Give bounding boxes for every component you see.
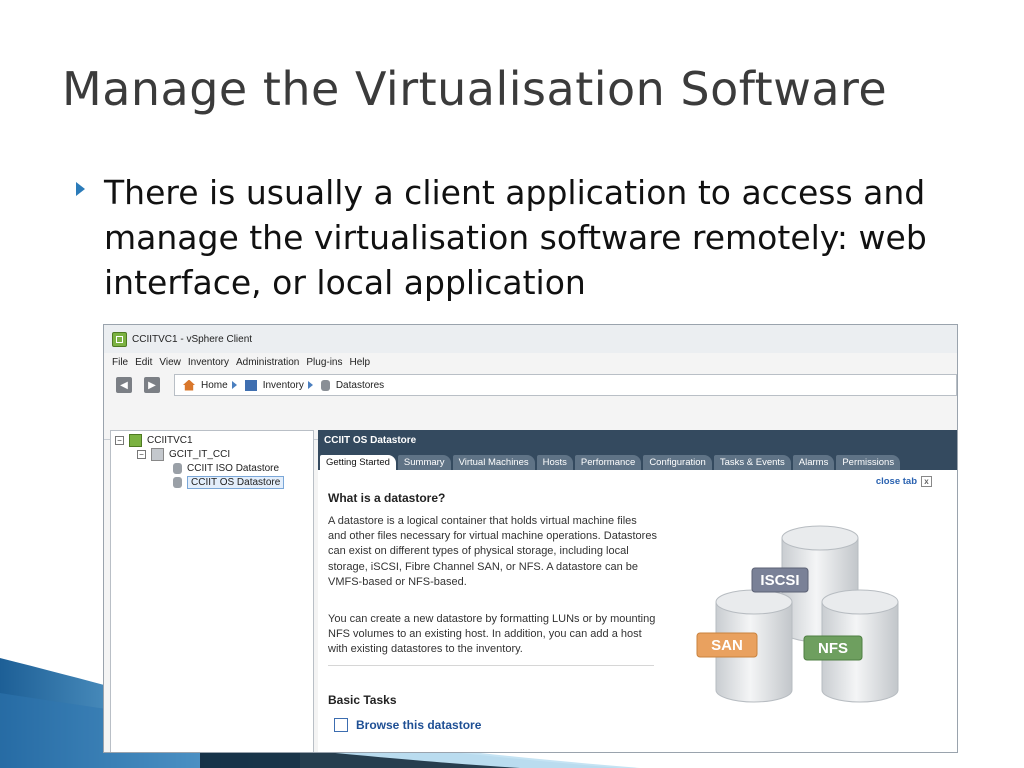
browse-datastore-link[interactable]: Browse this datastore	[334, 718, 481, 732]
basic-tasks-heading: Basic Tasks	[328, 693, 397, 707]
vsphere-logo-icon	[112, 331, 127, 347]
panel-header: CCIIT OS Datastore	[318, 430, 957, 450]
breadcrumb-datastores[interactable]: Datastores	[336, 380, 384, 391]
breadcrumb: Home Inventory Datastores	[174, 374, 957, 396]
tab-alarms[interactable]: Alarms	[792, 455, 835, 470]
menu-view[interactable]: View	[159, 357, 181, 368]
section-heading: What is a datastore?	[328, 491, 446, 505]
datastore-icon	[320, 379, 330, 391]
breadcrumb-separator-icon	[231, 381, 237, 389]
datastore-panel: CCIIT OS Datastore Getting Started Summa…	[318, 430, 957, 752]
tab-virtual-machines[interactable]: Virtual Machines	[452, 455, 535, 470]
inventory-tree: − CCIITVC1 − GCIT_IT_CCI CCIIT ISO Datas…	[110, 430, 314, 752]
menu-file[interactable]: File	[112, 357, 128, 368]
menu-help[interactable]: Help	[350, 357, 371, 368]
nfs-label: NFS	[818, 640, 848, 657]
getting-started-content: close tab x What is a datastore? A datas…	[318, 470, 957, 752]
menu-edit[interactable]: Edit	[135, 357, 152, 368]
menu-inventory[interactable]: Inventory	[188, 357, 229, 368]
nav-toolbar: ◀ ▶ Home Inventory Datastores	[104, 371, 957, 399]
tree-label: GCIT_IT_CCI	[169, 448, 231, 460]
vcenter-icon	[129, 433, 142, 447]
description-paragraph-1: A datastore is a logical container that …	[328, 515, 657, 588]
tab-tasks-events[interactable]: Tasks & Events	[713, 455, 791, 470]
datastore-icon	[173, 476, 182, 488]
browse-label[interactable]: Browse this datastore	[356, 718, 481, 732]
tree-node-os-datastore[interactable]: CCIIT OS Datastore	[173, 475, 285, 489]
tree-node-iso-datastore[interactable]: CCIIT ISO Datastore	[173, 461, 279, 475]
tab-hosts[interactable]: Hosts	[536, 455, 573, 470]
bullet-arrow-icon	[76, 182, 85, 196]
window-title: CCIITVC1 - vSphere Client	[132, 333, 253, 345]
browse-icon	[334, 718, 348, 732]
forward-button[interactable]: ▶	[144, 377, 160, 393]
inventory-icon	[244, 379, 257, 391]
divider	[328, 665, 654, 666]
close-icon[interactable]: x	[921, 476, 932, 487]
tree-label: CCIITVC1	[147, 434, 193, 446]
tree-label: CCIIT ISO Datastore	[187, 462, 280, 474]
window-titlebar: CCIITVC1 - vSphere Client	[104, 325, 957, 353]
collapse-icon[interactable]: −	[115, 435, 124, 445]
tab-getting-started[interactable]: Getting Started	[320, 455, 396, 470]
tab-performance[interactable]: Performance	[574, 455, 642, 470]
iscsi-label: ISCSI	[760, 572, 799, 589]
tab-permissions[interactable]: Permissions	[836, 455, 901, 470]
menu-bar: File Edit View Inventory Administration …	[104, 353, 957, 371]
breadcrumb-home[interactable]: Home	[201, 380, 228, 391]
datastore-icon	[173, 462, 182, 474]
tab-bar: Getting Started Summary Virtual Machines…	[318, 450, 957, 470]
home-icon	[183, 379, 195, 391]
breadcrumb-separator-icon	[307, 381, 313, 389]
datacenter-icon	[151, 447, 164, 461]
tree-node-vcenter[interactable]: − CCIITVC1	[115, 433, 193, 447]
description-paragraph-2: You can create a new datastore by format…	[328, 613, 656, 656]
bullet-text: There is usually a client application to…	[104, 173, 927, 302]
collapse-icon[interactable]: −	[137, 449, 146, 459]
tab-summary[interactable]: Summary	[397, 455, 451, 470]
vsphere-client-window: CCIITVC1 - vSphere Client File Edit View…	[103, 324, 958, 753]
close-tab-link[interactable]: close tab x	[876, 476, 932, 487]
tree-label-selected: CCIIT OS Datastore	[187, 475, 285, 489]
tree-node-datacenter[interactable]: − GCIT_IT_CCI	[137, 447, 230, 461]
menu-administration[interactable]: Administration	[236, 357, 299, 368]
tab-configuration[interactable]: Configuration	[643, 455, 712, 470]
back-button[interactable]: ◀	[116, 377, 132, 393]
breadcrumb-inventory[interactable]: Inventory	[263, 380, 304, 391]
san-label: SAN	[711, 637, 743, 654]
close-tab-label[interactable]: close tab	[876, 476, 917, 487]
storage-types-diagram: ISCSI SAN NFS	[696, 525, 899, 703]
slide-title: Manage the Virtualisation Software	[62, 62, 888, 116]
menu-plugins[interactable]: Plug-ins	[306, 357, 342, 368]
